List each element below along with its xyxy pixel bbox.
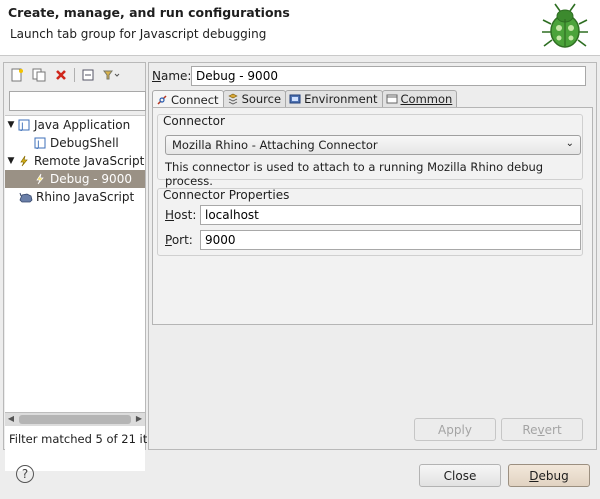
- configurations-pane: ▼ J Java Application J DebugShell ▼ Remo…: [3, 62, 147, 471]
- expand-triangle-icon[interactable]: ▼: [5, 156, 17, 166]
- name-field[interactable]: [191, 66, 586, 86]
- svg-text:J: J: [36, 140, 40, 149]
- config-editor-pane: Name: Connect Source Environment Common: [148, 62, 597, 450]
- dialog-header: Create, manage, and run configurations L…: [0, 0, 600, 56]
- close-button[interactable]: Close: [419, 464, 501, 487]
- port-label: Port:: [165, 233, 193, 247]
- filter-menu-button[interactable]: [101, 66, 123, 84]
- tab-label: Common: [400, 92, 453, 106]
- connect-icon: [156, 94, 168, 106]
- dialog-subtitle: Launch tab group for Javascript debuggin…: [10, 27, 267, 41]
- duplicate-icon: [32, 68, 46, 82]
- filter-status: Filter matched 5 of 21 items: [9, 432, 147, 446]
- connector-select[interactable]: Mozilla Rhino - Attaching Connector ⌄: [165, 135, 581, 155]
- tab-common[interactable]: Common: [381, 90, 458, 107]
- tab-label: Environment: [304, 92, 378, 106]
- filter-icon: [103, 70, 120, 80]
- tab-connect[interactable]: Connect: [152, 90, 224, 108]
- tree-item-label: Rhino JavaScript: [36, 190, 135, 204]
- chevron-down-icon: ⌄: [565, 138, 574, 149]
- connector-group: Connector Mozilla Rhino - Attaching Conn…: [157, 114, 583, 188]
- scroll-right-icon[interactable]: ▶: [133, 414, 145, 425]
- revert-button[interactable]: Revert: [501, 418, 583, 441]
- tab-bar: Connect Source Environment Common: [152, 90, 458, 108]
- horizontal-scrollbar[interactable]: ◀ ▶: [5, 412, 145, 426]
- tree-item-rhino-javascript[interactable]: Rhino JavaScript: [5, 188, 145, 206]
- apply-button[interactable]: Apply: [414, 418, 496, 441]
- tree-item-java-application[interactable]: ▼ J Java Application: [5, 116, 145, 134]
- rhino-icon: [19, 190, 33, 204]
- expand-triangle-icon[interactable]: ▼: [5, 120, 17, 130]
- js-debug-icon: [33, 172, 47, 186]
- tree-item-debugshell[interactable]: J DebugShell: [5, 134, 145, 152]
- debug-bug-icon: [542, 3, 588, 48]
- connector-group-title: Connector: [163, 114, 225, 128]
- filter-input[interactable]: [9, 91, 146, 111]
- duplicate-config-button[interactable]: [30, 66, 48, 84]
- tab-label: Source: [241, 92, 282, 106]
- tree-item-remote-javascript[interactable]: ▼ Remote JavaScript: [5, 152, 145, 170]
- tree-item-label: Remote JavaScript: [34, 154, 145, 168]
- connector-select-value: Mozilla Rhino - Attaching Connector: [172, 138, 378, 152]
- tab-source[interactable]: Source: [222, 90, 287, 107]
- connector-description: This connector is used to attach to a ru…: [165, 160, 544, 188]
- help-icon[interactable]: ?: [16, 465, 34, 483]
- scroll-thumb[interactable]: [19, 415, 131, 424]
- common-icon: [386, 93, 398, 105]
- connector-properties-group: Connector Properties Host: Port:: [157, 188, 583, 256]
- java-config-icon: J: [33, 136, 47, 150]
- delete-config-button[interactable]: [52, 66, 70, 84]
- connect-tab-content: Connector Mozilla Rhino - Attaching Conn…: [152, 107, 593, 325]
- scroll-left-icon[interactable]: ◀: [5, 414, 17, 425]
- dialog-title: Create, manage, and run configurations: [8, 5, 290, 20]
- java-app-icon: J: [17, 118, 31, 132]
- tree-item-label: Debug - 9000: [50, 172, 132, 186]
- new-file-icon: [11, 68, 23, 82]
- new-config-button[interactable]: [8, 66, 26, 84]
- source-icon: [227, 93, 239, 105]
- environment-icon: [289, 93, 301, 105]
- properties-group-title: Connector Properties: [163, 188, 290, 202]
- name-label: Name:: [152, 69, 192, 83]
- tree-item-debug-9000[interactable]: Debug - 9000: [5, 170, 145, 188]
- delete-icon: [56, 70, 66, 80]
- debug-button[interactable]: Debug: [508, 464, 590, 487]
- svg-text:J: J: [20, 122, 24, 131]
- tab-environment[interactable]: Environment: [285, 90, 383, 107]
- toolbar-separator: [74, 68, 75, 82]
- config-toolbar: [8, 65, 127, 85]
- port-field[interactable]: [200, 230, 581, 250]
- tree-item-label: Java Application: [34, 118, 131, 132]
- tab-label: Connect: [171, 92, 219, 107]
- collapse-all-icon: [82, 69, 94, 81]
- host-label: Host:: [165, 208, 197, 222]
- host-field[interactable]: [200, 205, 581, 225]
- remote-js-icon: [17, 154, 31, 168]
- tree-item-label: DebugShell: [50, 136, 119, 150]
- collapse-all-button[interactable]: [79, 66, 97, 84]
